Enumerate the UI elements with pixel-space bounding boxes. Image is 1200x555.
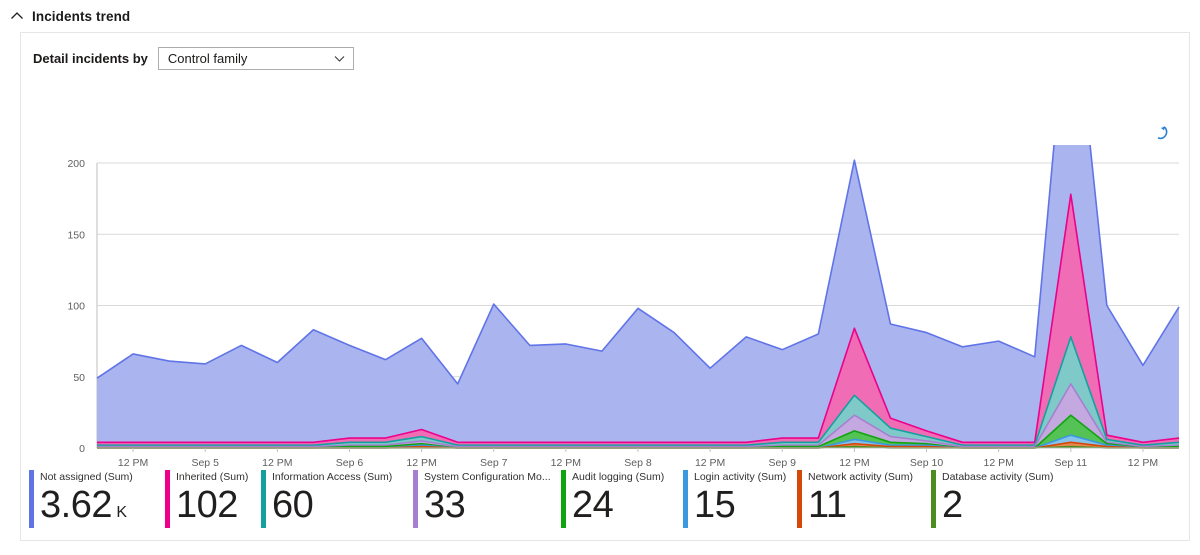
dropdown-selected-value: Control family	[167, 51, 248, 66]
y-axis-tick-label: 100	[67, 301, 85, 313]
legend-item[interactable]: Information Access (Sum) 60	[261, 470, 413, 528]
y-axis-tick-label: 200	[67, 158, 85, 170]
chevron-up-icon[interactable]	[10, 9, 24, 23]
legend-series-value: 15	[694, 484, 736, 526]
legend-item[interactable]: Login activity (Sum) 15	[683, 470, 797, 528]
legend-series-name: Inherited (Sum)	[176, 471, 249, 483]
filter-row: Detail incidents by Control family	[21, 33, 1189, 70]
legend-series-name: Audit logging (Sum)	[572, 471, 665, 483]
legend-item[interactable]: Audit logging (Sum) 24	[561, 470, 683, 528]
legend-series-value: 11	[808, 484, 847, 526]
legend-series-value: 102	[176, 484, 238, 526]
x-axis-tick-label: 12 PM	[118, 457, 148, 469]
chevron-down-icon	[333, 52, 346, 65]
incidents-trend-card: Detail incidents by Control family 0 50 10…	[20, 32, 1190, 541]
legend-series-name: System Configuration Mo...	[424, 471, 551, 483]
legend-color-swatch	[413, 470, 418, 528]
x-axis-tick-label: Sep 7	[480, 457, 508, 469]
legend-series-name: Login activity (Sum)	[694, 471, 787, 483]
detail-incidents-by-label: Detail incidents by	[33, 51, 148, 66]
x-axis-tick-label: Sep 11	[1055, 457, 1088, 469]
legend-series-name: Not assigned (Sum)	[40, 471, 133, 483]
x-axis-tick-label: 12 PM	[262, 457, 292, 469]
legend-value-unit: K	[111, 504, 128, 521]
legend-item[interactable]: Network activity (Sum) 11	[797, 470, 931, 528]
y-axis-tick-label: 50	[73, 372, 85, 384]
page-title: Incidents trend	[32, 8, 131, 24]
x-axis-tick-label: 12 PM	[406, 457, 436, 469]
legend-color-swatch	[261, 470, 266, 528]
legend-color-swatch	[931, 470, 936, 528]
x-axis-tick-label: 12 PM	[551, 457, 581, 469]
legend-item[interactable]: Database activity (Sum) 2	[931, 470, 1054, 528]
reset-arrow-icon	[1157, 126, 1168, 140]
legend-series-name: Database activity (Sum)	[942, 471, 1054, 483]
section-header[interactable]: Incidents trend	[0, 0, 1200, 32]
legend-series-value: 24	[572, 484, 614, 526]
legend-color-swatch	[29, 470, 34, 528]
legend-color-swatch	[561, 470, 566, 528]
detail-incidents-by-dropdown[interactable]: Control family	[157, 47, 354, 70]
legend-series-value: 60	[272, 484, 314, 526]
legend-item[interactable]: System Configuration Mo... 33	[413, 470, 561, 528]
legend-color-swatch	[797, 470, 802, 528]
legend-strip: Not assigned (Sum) 3.62 K Inherited (Sum) 1…	[21, 470, 1189, 532]
x-axis-tick-label: 12 PM	[839, 457, 869, 469]
x-axis-tick-label: Sep 10	[910, 457, 943, 469]
x-axis-tick-label: 12 PM	[1128, 457, 1158, 469]
legend-color-swatch	[165, 470, 170, 528]
x-axis-tick-label: Sep 8	[624, 457, 652, 469]
legend-color-swatch	[683, 470, 688, 528]
reset-button[interactable]	[1149, 121, 1173, 145]
legend-item[interactable]: Inherited (Sum) 102	[165, 470, 261, 528]
legend-series-name: Information Access (Sum)	[272, 471, 393, 483]
y-axis-tick-label: 0	[79, 443, 85, 455]
y-axis-tick-label: 150	[67, 229, 85, 241]
x-axis-tick-label: Sep 9	[769, 457, 797, 469]
legend-series-value: 33	[424, 484, 466, 526]
x-axis-tick-label: 12 PM	[983, 457, 1013, 469]
legend-series-name: Network activity (Sum)	[808, 471, 914, 483]
chart-area-1	[97, 145, 1179, 448]
chart-canvas[interactable]: 0 50 100 150 200 12 PM Sep 5 12 PM Sep 6 12 PM Sep…	[21, 145, 1200, 490]
legend-series-value: 2	[942, 484, 963, 526]
legend-item[interactable]: Not assigned (Sum) 3.62 K	[29, 470, 165, 528]
x-axis-tick-label: Sep 6	[336, 457, 364, 469]
incidents-trend-chart[interactable]: 0 50 100 150 200 12 PM Sep 5 12 PM Sep 6 12 PM Sep…	[21, 145, 1189, 490]
legend-series-value: 3.62 K	[40, 484, 128, 526]
x-axis-tick-label: 12 PM	[695, 457, 725, 469]
x-axis-tick-label: Sep 5	[191, 457, 219, 469]
